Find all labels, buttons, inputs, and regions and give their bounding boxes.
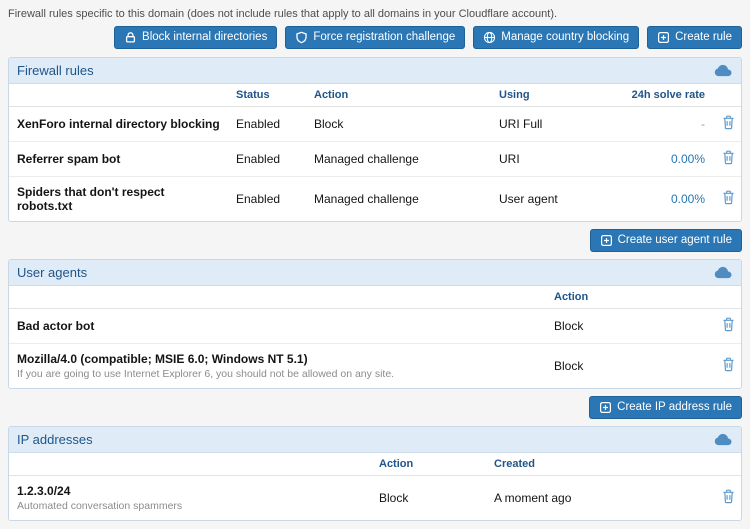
user-agents-table: Action Bad actor bot Block Mozilla/4.0 (… <box>9 286 742 388</box>
panel-title: IP addresses <box>17 432 93 447</box>
user-agent-action: Block <box>546 344 713 389</box>
button-label: Create user agent rule <box>618 233 732 248</box>
rule-action: Block <box>306 107 491 142</box>
ip-address-description: Automated conversation spammers <box>17 500 363 512</box>
trash-icon <box>722 357 735 372</box>
column-actions <box>713 286 742 309</box>
plus-square-icon <box>599 401 612 414</box>
delete-button[interactable] <box>722 150 735 168</box>
table-row: Referrer spam bot Enabled Managed challe… <box>9 142 742 177</box>
rule-solve-rate-link[interactable]: 0.00% <box>621 142 713 177</box>
rule-name: Referrer spam bot <box>9 142 228 177</box>
table-header-row: Status Action Using 24h solve rate <box>9 84 742 107</box>
panel-title: Firewall rules <box>17 63 94 78</box>
delete-button[interactable] <box>722 115 735 133</box>
rule-status: Enabled <box>228 107 306 142</box>
column-name <box>9 84 228 107</box>
button-label: Manage country blocking <box>501 30 629 45</box>
lock-icon <box>124 31 137 44</box>
user-agents-panel: User agents Action Bad actor bot Block M… <box>8 259 742 389</box>
rule-action: Managed challenge <box>306 142 491 177</box>
table-header-row: Action Created <box>9 453 742 476</box>
plus-square-icon <box>657 31 670 44</box>
ip-address-cell: 1.2.3.0/24 Automated conversation spamme… <box>9 476 371 521</box>
create-ip-address-rule-row: Create IP address rule <box>8 396 742 419</box>
firewall-rules-panel-header: Firewall rules <box>9 58 741 84</box>
button-label: Block internal directories <box>142 30 267 45</box>
rule-action: Managed challenge <box>306 177 491 222</box>
column-actions <box>713 84 742 107</box>
create-user-agent-rule-row: Create user agent rule <box>8 229 742 252</box>
trash-icon <box>722 115 735 130</box>
column-name <box>9 286 546 309</box>
firewall-rules-table: Status Action Using 24h solve rate XenFo… <box>9 84 742 221</box>
firewall-page: Firewall rules specific to this domain (… <box>0 0 750 529</box>
ip-address-name: 1.2.3.0/24 <box>17 484 363 498</box>
table-row: XenForo internal directory blocking Enab… <box>9 107 742 142</box>
globe-icon <box>483 31 496 44</box>
table-row: Spiders that don't respect robots.txt En… <box>9 177 742 222</box>
delete-button[interactable] <box>722 357 735 375</box>
column-name <box>9 453 371 476</box>
user-agent-name: Bad actor bot <box>9 309 546 344</box>
column-using: Using <box>491 84 621 107</box>
column-status: Status <box>228 84 306 107</box>
manage-country-blocking-button[interactable]: Manage country blocking <box>473 26 639 49</box>
rule-using: URI Full <box>491 107 621 142</box>
cloud-icon <box>713 266 733 279</box>
user-agent-cell: Mozilla/4.0 (compatible; MSIE 6.0; Windo… <box>9 344 546 389</box>
button-label: Create rule <box>675 30 732 45</box>
column-action: Action <box>371 453 486 476</box>
trash-icon <box>722 317 735 332</box>
block-internal-directories-button[interactable]: Block internal directories <box>114 26 277 49</box>
column-solve-rate: 24h solve rate <box>621 84 713 107</box>
rule-solve-rate: - <box>621 107 713 142</box>
button-label: Create IP address rule <box>617 400 732 415</box>
user-agent-action: Block <box>546 309 713 344</box>
column-actions <box>713 453 742 476</box>
cloud-icon <box>713 64 733 77</box>
rule-using: User agent <box>491 177 621 222</box>
page-description: Firewall rules specific to this domain (… <box>8 8 742 20</box>
user-agent-description: If you are going to use Internet Explore… <box>17 368 538 380</box>
ip-addresses-panel-header: IP addresses <box>9 427 741 453</box>
action-toolbar: Block internal directories Force registr… <box>8 26 742 49</box>
ip-address-action: Block <box>371 476 486 521</box>
ip-addresses-table: Action Created 1.2.3.0/24 Automated conv… <box>9 453 742 520</box>
table-header-row: Action <box>9 286 742 309</box>
ip-addresses-panel: IP addresses Action Created 1.2.3.0/24 A… <box>8 426 742 521</box>
column-created: Created <box>486 453 713 476</box>
shield-icon <box>295 31 308 44</box>
button-label: Force registration challenge <box>313 30 455 45</box>
cloud-icon <box>713 433 733 446</box>
delete-button[interactable] <box>722 317 735 335</box>
rule-name: XenForo internal directory blocking <box>9 107 228 142</box>
firewall-rules-panel: Firewall rules Status Action Using 24h s… <box>8 57 742 222</box>
user-agent-name: Mozilla/4.0 (compatible; MSIE 6.0; Windo… <box>17 352 538 366</box>
table-row: Bad actor bot Block <box>9 309 742 344</box>
delete-button[interactable] <box>722 489 735 507</box>
rule-solve-rate-link[interactable]: 0.00% <box>621 177 713 222</box>
panel-title: User agents <box>17 265 87 280</box>
ip-address-created: A moment ago <box>486 476 713 521</box>
trash-icon <box>722 489 735 504</box>
create-rule-button[interactable]: Create rule <box>647 26 742 49</box>
rule-status: Enabled <box>228 142 306 177</box>
trash-icon <box>722 150 735 165</box>
create-ip-address-rule-button[interactable]: Create IP address rule <box>589 396 742 419</box>
column-action: Action <box>306 84 491 107</box>
rule-using: URI <box>491 142 621 177</box>
create-user-agent-rule-button[interactable]: Create user agent rule <box>590 229 742 252</box>
force-registration-challenge-button[interactable]: Force registration challenge <box>285 26 465 49</box>
trash-icon <box>722 190 735 205</box>
rule-status: Enabled <box>228 177 306 222</box>
rule-name: Spiders that don't respect robots.txt <box>9 177 228 222</box>
table-row: 1.2.3.0/24 Automated conversation spamme… <box>9 476 742 521</box>
column-action: Action <box>546 286 713 309</box>
delete-button[interactable] <box>722 190 735 208</box>
user-agents-panel-header: User agents <box>9 260 741 286</box>
table-row: Mozilla/4.0 (compatible; MSIE 6.0; Windo… <box>9 344 742 389</box>
plus-square-icon <box>600 234 613 247</box>
